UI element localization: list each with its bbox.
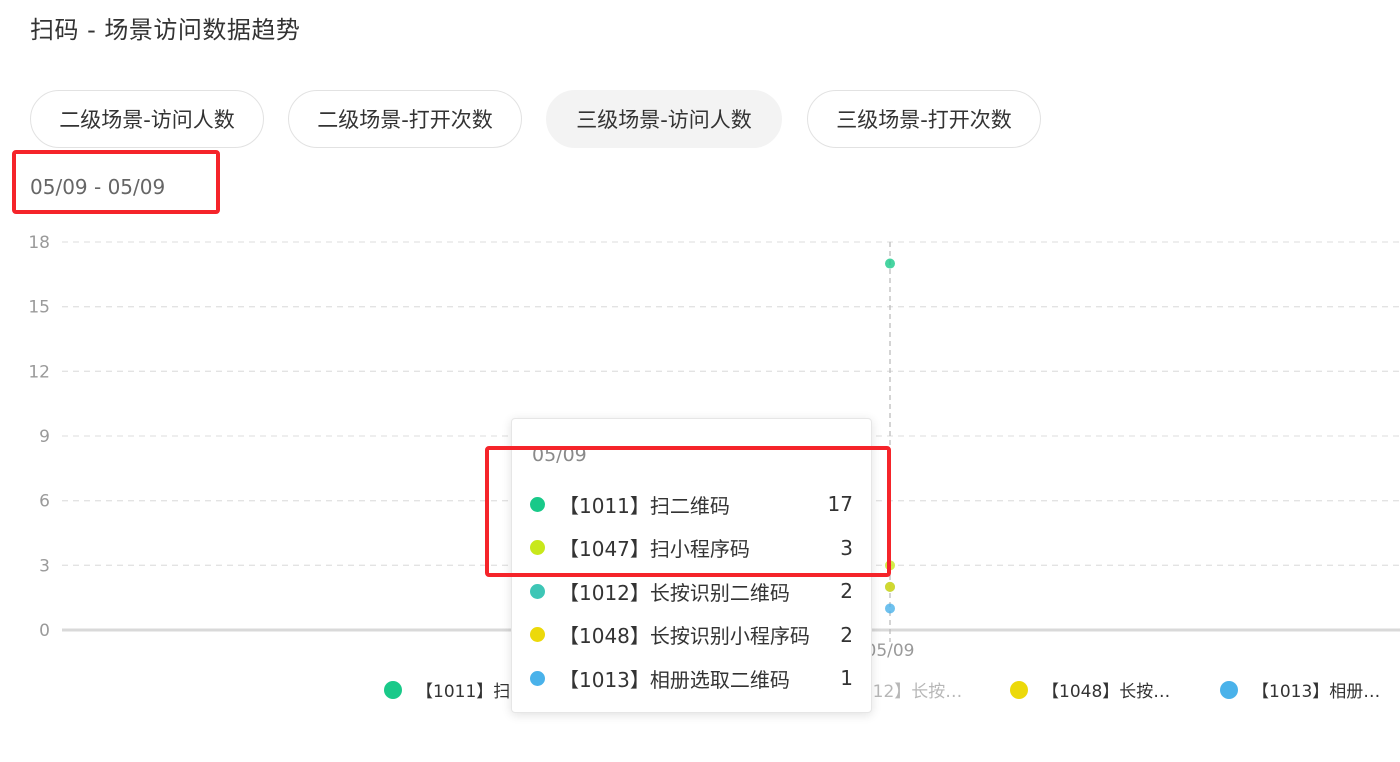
- y-tick-label: 18: [28, 233, 50, 253]
- series-dot-icon: [530, 627, 545, 642]
- y-tick-label: 0: [39, 621, 50, 641]
- data-point-4[interactable]: [885, 581, 895, 592]
- legend-label: 【1013】相册…: [1252, 682, 1381, 702]
- y-axis-labels: 0 3 6 9 12 15 18: [28, 233, 50, 641]
- data-point-1[interactable]: [885, 258, 895, 269]
- tooltip-series-name: 【1013】相册选取二维码: [559, 667, 790, 692]
- y-tick-label: 15: [28, 298, 50, 318]
- tooltip-series-value: 2: [840, 579, 853, 603]
- legend-label: 【1048】长按…: [1042, 682, 1171, 702]
- tooltip-highlight-box: [485, 446, 891, 577]
- data-point-5[interactable]: [885, 603, 895, 614]
- tab-level3-opens[interactable]: 三级场景-打开次数: [807, 90, 1041, 148]
- legend-item-5[interactable]: 【1013】相册…: [1220, 677, 1380, 702]
- tab-level2-visitors[interactable]: 二级场景-访问人数: [30, 90, 264, 148]
- series-dot-icon: [530, 583, 545, 599]
- tooltip-row: 【1012】长按识别二维码 2: [530, 576, 853, 606]
- legend-dot-icon: [384, 680, 402, 699]
- x-tick-label: 05/09: [866, 641, 915, 661]
- tab-level2-opens[interactable]: 二级场景-打开次数: [288, 90, 522, 148]
- tab-level3-visitors[interactable]: 三级场景-访问人数: [546, 90, 782, 148]
- y-tick-label: 6: [39, 492, 50, 512]
- y-tick-label: 3: [39, 556, 50, 576]
- tooltip-series-name: 【1012】长按识别二维码: [559, 580, 790, 605]
- y-tick-label: 12: [28, 362, 50, 382]
- series-dot-icon: [530, 670, 545, 686]
- legend-dot-icon: [1010, 680, 1028, 699]
- tooltip-series-value: 2: [840, 622, 853, 647]
- tooltip-row: 【1013】相册选取二维码 1: [530, 663, 853, 693]
- date-range-highlight-box: [12, 150, 220, 214]
- legend-item-4[interactable]: 【1048】长按…: [1010, 677, 1170, 702]
- tooltip-series-value: 1: [840, 666, 853, 690]
- y-tick-label: 9: [39, 427, 50, 447]
- page-title: 扫码 - 场景访问数据趋势: [30, 16, 301, 44]
- tooltip-series-name: 【1048】长按识别小程序码: [559, 624, 810, 648]
- legend-dot-icon: [1220, 680, 1238, 699]
- tooltip-row: 【1048】长按识别小程序码 2: [530, 620, 853, 650]
